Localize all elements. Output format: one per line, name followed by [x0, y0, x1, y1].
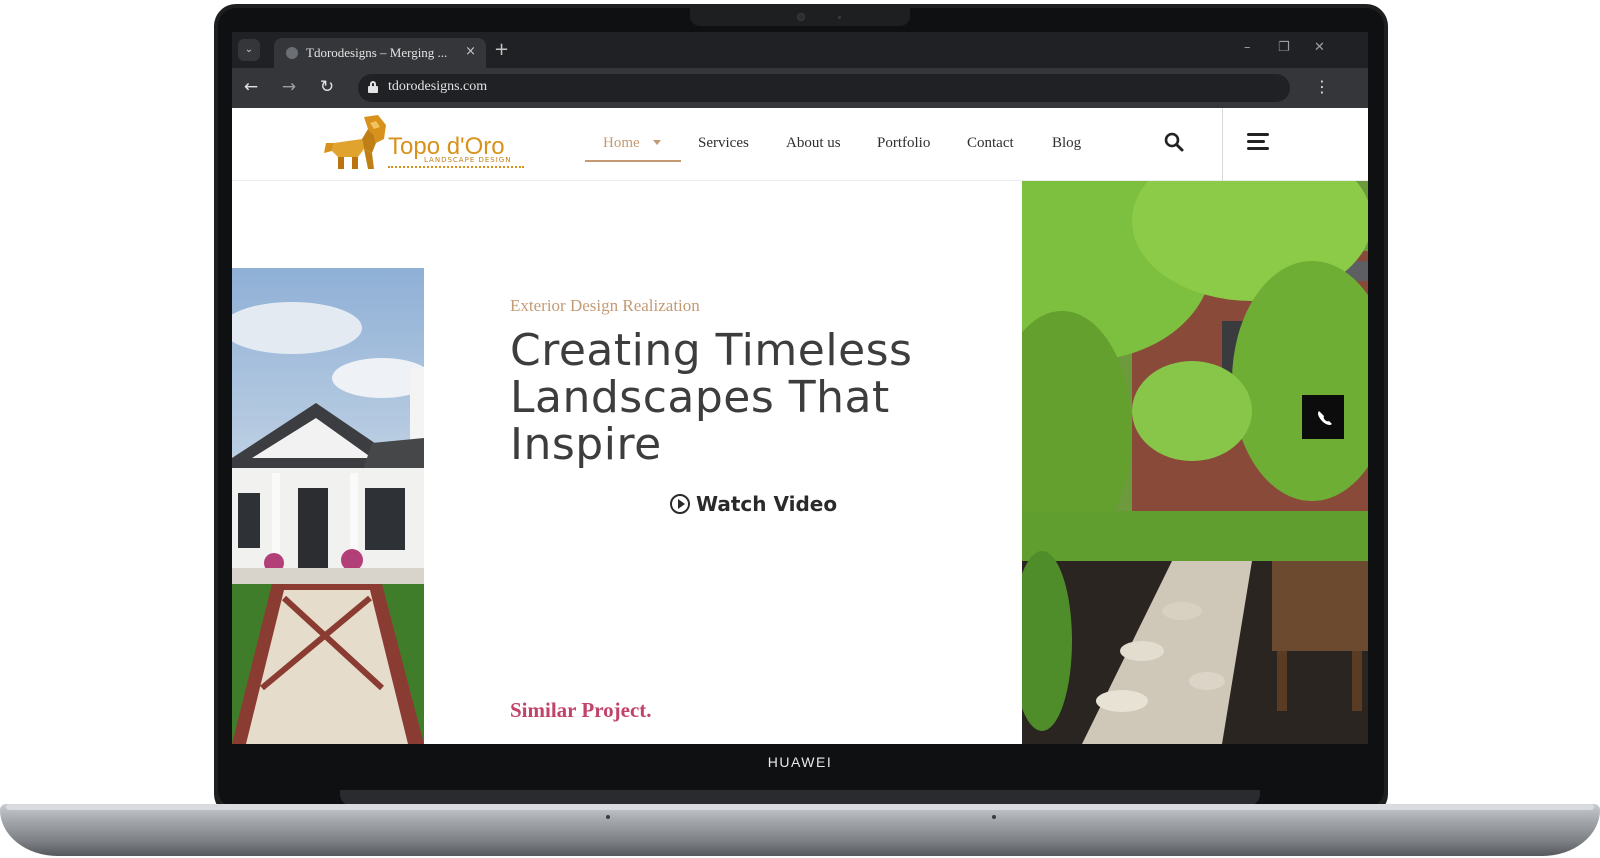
laptop-base: [0, 804, 1600, 856]
browser-tab[interactable]: Tdorodesigns – Merging ... ×: [274, 38, 486, 68]
hero-headline-line: Creating Timeless: [510, 325, 913, 376]
play-circle-icon: [670, 494, 690, 514]
logo-subtitle: LANDSCAPE DESIGN: [424, 156, 512, 164]
nav-services[interactable]: Services: [698, 135, 749, 152]
header-divider: [1222, 108, 1223, 181]
base-indicator: [606, 815, 610, 819]
hamburger-menu-icon[interactable]: [1247, 133, 1269, 151]
nav-blog[interactable]: Blog: [1052, 135, 1081, 152]
new-tab-icon[interactable]: +: [494, 39, 509, 60]
restore-icon[interactable]: ❐: [1278, 40, 1290, 55]
nav-active-indicator: [585, 160, 681, 162]
webcam-icon: [797, 13, 805, 21]
url-text: tdorodesigns.com: [388, 79, 488, 94]
tab-search-icon[interactable]: ⌄: [238, 39, 260, 61]
lock-icon: [368, 81, 378, 93]
watch-video-label: Watch Video: [696, 492, 838, 516]
tab-favicon-icon: [286, 47, 298, 59]
garden-path-image: [1022, 181, 1368, 744]
search-icon[interactable]: [1162, 130, 1186, 154]
device-brand-label: HUAWEI: [767, 754, 833, 770]
back-arrow-icon[interactable]: ←: [241, 77, 261, 97]
hero-headline: Creating Timeless Landscapes That Inspir…: [510, 327, 980, 468]
chevron-down-icon[interactable]: [653, 140, 661, 145]
hero-headline-line: Landscapes That: [510, 372, 890, 423]
laptop-mockup: ⌄ Tdorodesigns – Merging ... × + – ❐ ✕ ←…: [0, 0, 1600, 858]
menu-kebab-icon[interactable]: ⋮: [1314, 77, 1330, 96]
logo-tagline-line: [388, 166, 524, 169]
house-entrance-image: [232, 268, 424, 744]
site-header: Topo d'Oro LANDSCAPE DESIGN Home Service…: [232, 108, 1368, 181]
lion-logo-icon: [324, 115, 386, 169]
browser-toolbar: ← → ↻ tdorodesigns.com ⋮: [232, 68, 1368, 108]
hero-headline-line: Inspire: [510, 419, 662, 470]
nav-about-us[interactable]: About us: [786, 135, 841, 152]
similar-project-heading: Similar Project.: [510, 698, 652, 722]
hero-section: Exterior Design Realization Creating Tim…: [232, 181, 1368, 744]
screen: ⌄ Tdorodesigns – Merging ... × + – ❐ ✕ ←…: [232, 32, 1368, 744]
base-indicator: [992, 815, 996, 819]
site-logo[interactable]: Topo d'Oro LANDSCAPE DESIGN: [324, 113, 530, 173]
minimize-icon[interactable]: –: [1244, 40, 1251, 55]
nav-home[interactable]: Home: [603, 135, 640, 152]
browser-tab-bar: ⌄ Tdorodesigns – Merging ... × + – ❐ ✕: [232, 32, 1368, 68]
nav-portfolio[interactable]: Portfolio: [877, 135, 930, 152]
phone-icon: [1318, 411, 1332, 425]
close-window-icon[interactable]: ✕: [1314, 40, 1325, 55]
tab-title: Tdorodesigns – Merging ...: [306, 45, 448, 60]
reload-icon[interactable]: ↻: [317, 77, 337, 97]
phone-call-button[interactable]: [1302, 395, 1344, 439]
hero-eyebrow: Exterior Design Realization: [510, 296, 700, 315]
nav-contact[interactable]: Contact: [967, 135, 1014, 152]
camera-indicator: [838, 16, 841, 19]
tab-close-icon[interactable]: ×: [465, 44, 476, 59]
forward-arrow-icon[interactable]: →: [279, 77, 299, 97]
address-bar[interactable]: tdorodesigns.com: [358, 74, 1290, 102]
laptop-base-edge: [6, 804, 1594, 810]
